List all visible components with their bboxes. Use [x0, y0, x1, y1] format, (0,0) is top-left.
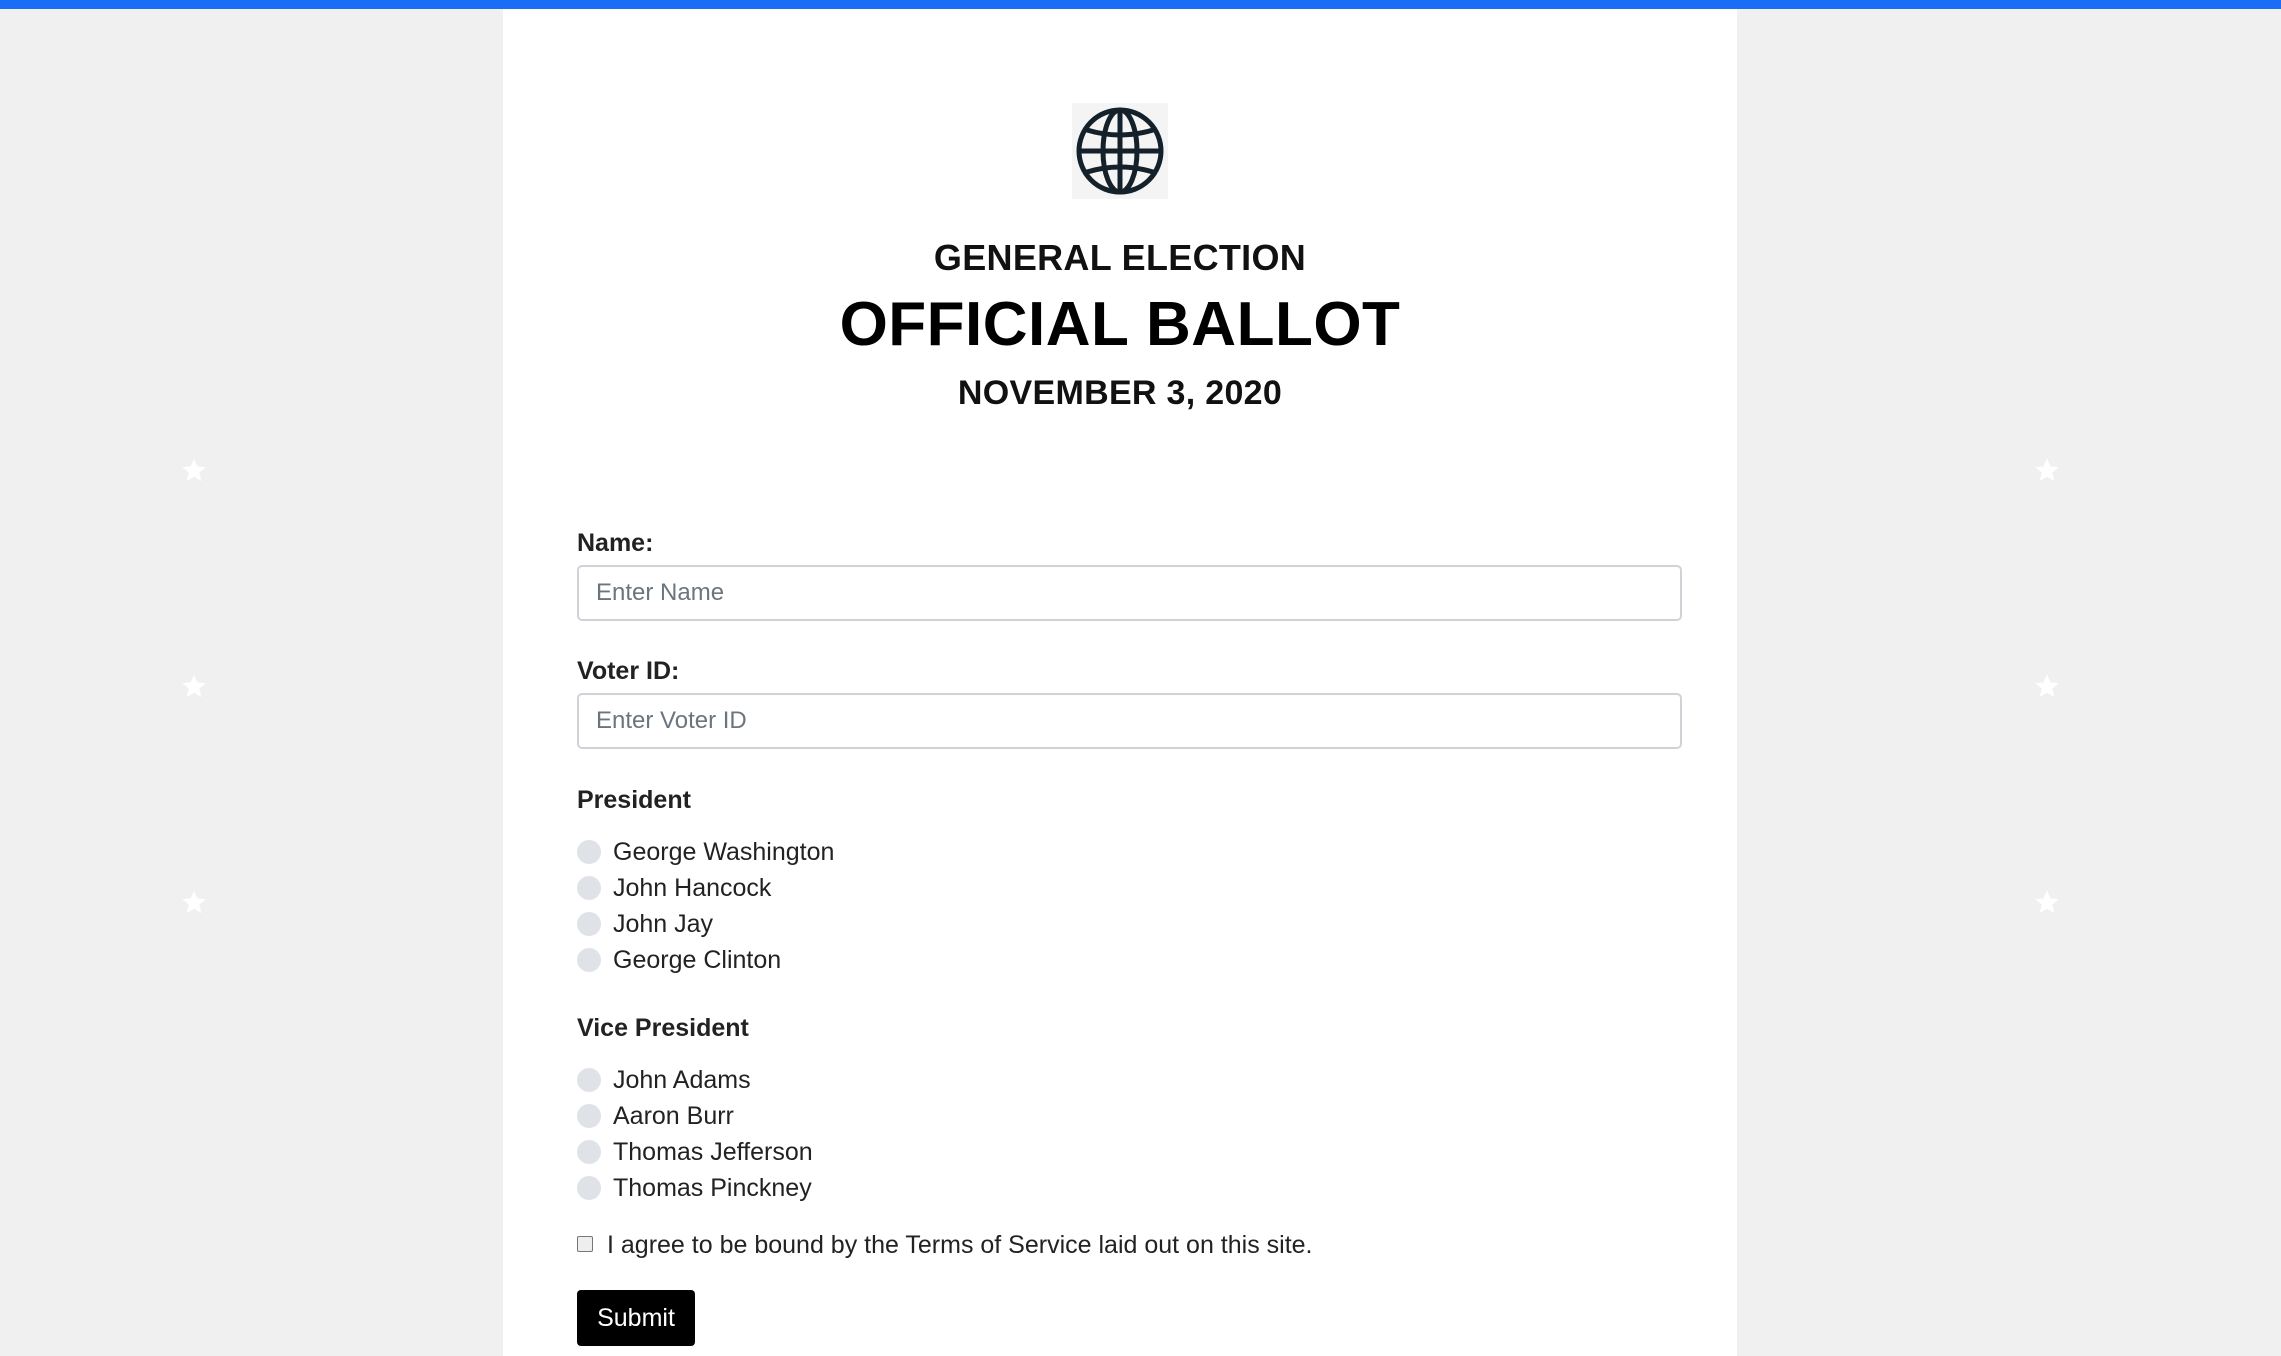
vice-president-option-label: Thomas Pinckney [613, 1173, 812, 1202]
vice-president-option-label: Aaron Burr [613, 1101, 734, 1130]
vice-president-option[interactable]: John Adams [577, 1062, 751, 1098]
voter-id-input[interactable] [577, 693, 1682, 749]
name-label: Name: [577, 529, 654, 557]
vice-president-option[interactable]: Thomas Pinckney [577, 1170, 812, 1206]
president-option-label: John Hancock [613, 873, 772, 902]
submit-button[interactable]: Submit [577, 1290, 695, 1346]
star-icon [180, 672, 208, 700]
radio-button[interactable] [577, 948, 601, 972]
vice-president-option-label: John Adams [613, 1065, 751, 1094]
president-option[interactable]: George Washington [577, 834, 834, 870]
page-title: OFFICIAL BALLOT [839, 290, 1401, 359]
radio-button[interactable] [577, 1140, 601, 1164]
star-icon [2033, 672, 2061, 700]
voter-id-label: Voter ID: [577, 657, 680, 685]
president-section-title: President [577, 786, 691, 814]
vice-president-option[interactable]: Thomas Jefferson [577, 1134, 813, 1170]
terms-checkbox[interactable] [577, 1235, 593, 1252]
radio-button[interactable] [577, 1104, 601, 1128]
terms-agreement[interactable]: I agree to be bound by the Terms of Serv… [577, 1231, 1313, 1260]
star-icon [2033, 888, 2061, 916]
star-icon [2033, 456, 2061, 484]
radio-button[interactable] [577, 840, 601, 864]
radio-button[interactable] [577, 1176, 601, 1200]
vice-president-section-title: Vice President [577, 1014, 749, 1042]
vice-president-option-label: Thomas Jefferson [613, 1137, 813, 1166]
election-date: NOVEMBER 3, 2020 [957, 374, 1283, 412]
election-subtitle: GENERAL ELECTION [933, 237, 1307, 278]
president-option[interactable]: George Clinton [577, 942, 781, 978]
president-option[interactable]: John Jay [577, 906, 713, 942]
star-icon [180, 888, 208, 916]
president-option[interactable]: John Hancock [577, 870, 771, 906]
ballot-card: GENERAL ELECTION OFFICIAL BALLOT NOVEMBE… [503, 9, 1737, 1356]
vice-president-option[interactable]: Aaron Burr [577, 1098, 734, 1134]
radio-button[interactable] [577, 876, 601, 900]
radio-button[interactable] [577, 1068, 601, 1092]
president-option-label: George Washington [613, 837, 835, 866]
name-input[interactable] [577, 565, 1682, 621]
radio-button[interactable] [577, 912, 601, 936]
globe-icon [1072, 103, 1168, 199]
president-option-label: John Jay [613, 909, 714, 938]
star-icon [180, 456, 208, 484]
president-option-label: George Clinton [613, 945, 782, 974]
top-accent-bar [0, 0, 2281, 9]
terms-label: I agree to be bound by the Terms of Serv… [607, 1231, 1313, 1259]
